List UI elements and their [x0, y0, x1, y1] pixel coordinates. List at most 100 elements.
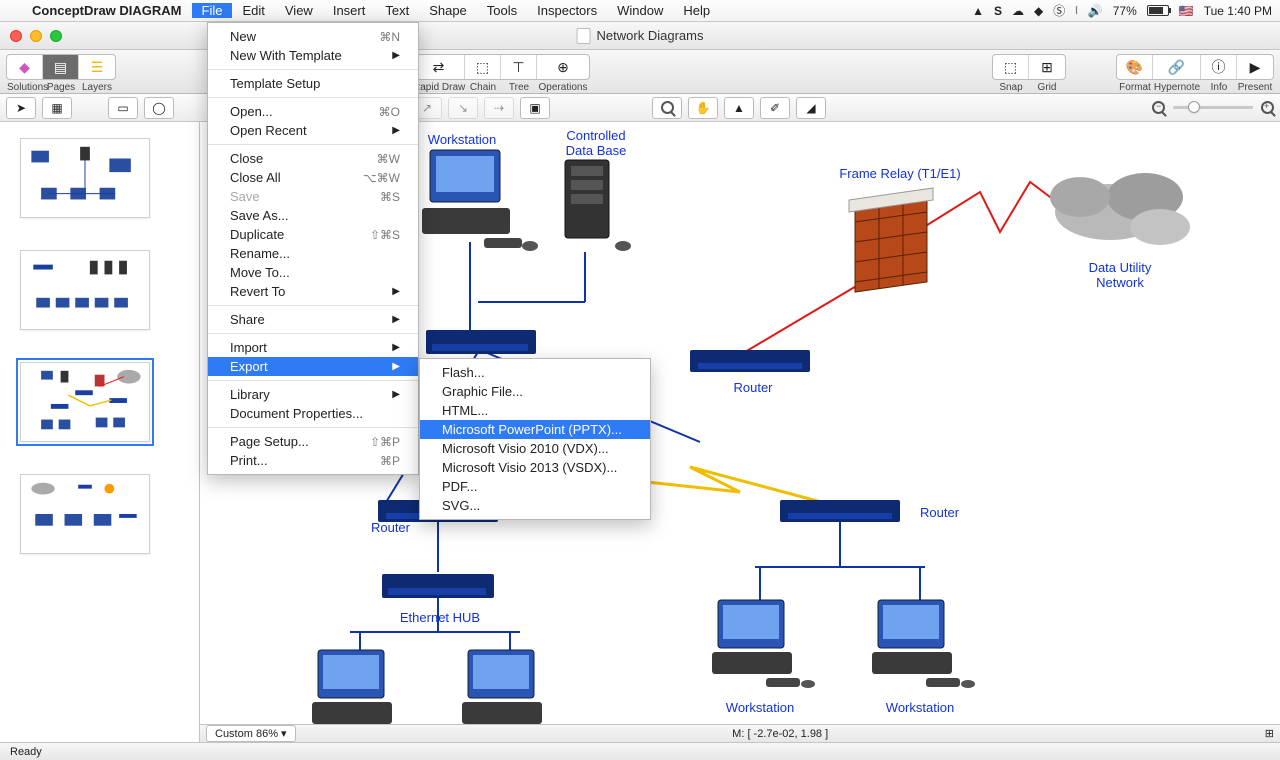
- info-button[interactable]: ⓘ: [1201, 55, 1237, 79]
- battery-percent[interactable]: 77%: [1113, 4, 1137, 18]
- cloud-upload-icon[interactable]: ☁: [1012, 4, 1024, 18]
- menu-text[interactable]: Text: [375, 3, 419, 18]
- export-html[interactable]: HTML...: [420, 401, 650, 420]
- page-thumbnail-2[interactable]: [20, 250, 150, 330]
- export-pdf[interactable]: PDF...: [420, 477, 650, 496]
- close-window-button[interactable]: [10, 30, 22, 42]
- status-bar: Ready: [0, 742, 1280, 760]
- container-tool[interactable]: ▣: [520, 97, 550, 119]
- hand-tool[interactable]: ✋: [688, 97, 718, 119]
- icon-router: [690, 350, 810, 372]
- label-router-2: Router: [371, 520, 411, 535]
- zoom-level-dropdown[interactable]: Custom 86% ▾: [206, 725, 296, 742]
- export-microsoft-powerpoint-pptx[interactable]: Microsoft PowerPoint (PPTX)...: [420, 420, 650, 439]
- tree-button[interactable]: ⊤: [501, 55, 537, 79]
- stamp-tool[interactable]: ▲: [724, 97, 754, 119]
- file-menu-close-all[interactable]: Close All⌥⌘W: [208, 168, 418, 187]
- file-menu-library[interactable]: Library▶: [208, 385, 418, 404]
- snap-button[interactable]: ⬚: [993, 55, 1029, 79]
- selection-tool[interactable]: ▦: [42, 97, 72, 119]
- battery-icon[interactable]: [1147, 5, 1169, 16]
- present-button[interactable]: ▶: [1237, 55, 1273, 79]
- page-thumbnail-4[interactable]: [20, 474, 150, 554]
- chain-button[interactable]: ⬚: [465, 55, 501, 79]
- clock[interactable]: Tue 1:40 PM: [1204, 4, 1272, 18]
- menu-edit[interactable]: Edit: [232, 3, 274, 18]
- menu-file[interactable]: File: [192, 3, 233, 18]
- format-button[interactable]: 🎨: [1117, 55, 1153, 79]
- connector-tool-3[interactable]: ⇢: [484, 97, 514, 119]
- maximize-window-button[interactable]: [50, 30, 62, 42]
- page-nav-icon[interactable]: ⊞: [1265, 727, 1274, 740]
- hypernote-button[interactable]: 🔗: [1153, 55, 1201, 79]
- file-menu-duplicate[interactable]: Duplicate⇧⌘S: [208, 225, 418, 244]
- eraser-tool[interactable]: ◢: [796, 97, 826, 119]
- file-menu-revert-to[interactable]: Revert To▶: [208, 282, 418, 301]
- skype-icon[interactable]: Ⓢ: [1053, 2, 1065, 19]
- file-menu-save-as[interactable]: Save As...: [208, 206, 418, 225]
- file-menu-open-recent[interactable]: Open Recent▶: [208, 121, 418, 140]
- letter-s-icon[interactable]: S: [994, 4, 1002, 18]
- chain-label: Chain: [465, 82, 501, 93]
- icon-router-right: [780, 500, 900, 522]
- zoom-slider[interactable]: [1152, 101, 1274, 114]
- file-menu-close[interactable]: Close⌘W: [208, 149, 418, 168]
- page-thumbnail-3[interactable]: [20, 362, 150, 442]
- menu-shape[interactable]: Shape: [419, 3, 477, 18]
- file-menu-export[interactable]: Export▶: [208, 357, 418, 376]
- export-flash[interactable]: Flash...: [420, 363, 650, 382]
- file-menu-new-with-template[interactable]: New With Template▶: [208, 46, 418, 65]
- ellipse-tool[interactable]: ◯: [144, 97, 174, 119]
- pages-button[interactable]: ▤: [43, 55, 79, 79]
- app-name[interactable]: ConceptDraw DIAGRAM: [22, 3, 192, 18]
- rapid-draw-button[interactable]: ⇄: [413, 55, 465, 79]
- export-microsoft-visio-2010-vdx[interactable]: Microsoft Visio 2010 (VDX)...: [420, 439, 650, 458]
- vlc-icon[interactable]: ▲: [972, 4, 984, 18]
- file-menu-import[interactable]: Import▶: [208, 338, 418, 357]
- rectangle-tool[interactable]: ▭: [108, 97, 138, 119]
- file-menu-page-setup[interactable]: Page Setup...⇧⌘P: [208, 432, 418, 451]
- export-svg[interactable]: SVG...: [420, 496, 650, 515]
- page-thumbnail-1[interactable]: [20, 138, 150, 218]
- file-menu-rename[interactable]: Rename...: [208, 244, 418, 263]
- minimize-window-button[interactable]: [30, 30, 42, 42]
- page-thumbnails-panel[interactable]: [0, 122, 200, 742]
- menu-tools[interactable]: Tools: [477, 3, 527, 18]
- export-submenu[interactable]: Flash...Graphic File...HTML...Microsoft …: [419, 358, 651, 520]
- file-menu-move-to[interactable]: Move To...: [208, 263, 418, 282]
- icon-server: [565, 160, 631, 251]
- layers-label: Layers: [79, 82, 115, 93]
- grid-button[interactable]: ⊞: [1029, 55, 1065, 79]
- layers-button[interactable]: ☰: [79, 55, 115, 79]
- file-menu-open[interactable]: Open...⌘O: [208, 102, 418, 121]
- menu-inspectors[interactable]: Inspectors: [527, 3, 607, 18]
- toolbar-left-group: ◆ ▤ ☰ Solutions Pages Layers: [6, 52, 116, 93]
- export-graphic-file[interactable]: Graphic File...: [420, 382, 650, 401]
- file-menu-share[interactable]: Share▶: [208, 310, 418, 329]
- wifi-icon[interactable]: ⧙: [1075, 3, 1078, 18]
- pointer-tool[interactable]: ➤: [6, 97, 36, 119]
- diamond-icon[interactable]: ◆: [1034, 4, 1043, 18]
- operations-button[interactable]: ⊕: [537, 55, 589, 79]
- menu-help[interactable]: Help: [673, 3, 720, 18]
- hypernote-label: Hypernote: [1153, 82, 1201, 93]
- menu-insert[interactable]: Insert: [323, 3, 376, 18]
- file-menu-document-properties[interactable]: Document Properties...: [208, 404, 418, 423]
- volume-icon[interactable]: 🔊: [1088, 4, 1103, 18]
- flag-icon[interactable]: 🇺🇸: [1179, 4, 1194, 18]
- zoom-out-icon[interactable]: [1152, 101, 1165, 114]
- connector-tool-2[interactable]: ↘: [448, 97, 478, 119]
- menu-view[interactable]: View: [275, 3, 323, 18]
- file-menu-new[interactable]: New⌘N: [208, 27, 418, 46]
- zoom-in-icon[interactable]: [1261, 101, 1274, 114]
- solutions-button[interactable]: ◆: [7, 55, 43, 79]
- zoom-tool[interactable]: [652, 97, 682, 119]
- macos-menubar: ConceptDraw DIAGRAM FileEditViewInsertTe…: [0, 0, 1280, 22]
- menu-window[interactable]: Window: [607, 3, 673, 18]
- file-menu-print[interactable]: Print...⌘P: [208, 451, 418, 470]
- eyedropper-tool[interactable]: ✐: [760, 97, 790, 119]
- export-microsoft-visio-2013-vsdx[interactable]: Microsoft Visio 2013 (VSDX)...: [420, 458, 650, 477]
- file-menu-dropdown[interactable]: New⌘NNew With Template▶ Template Setup Ope…: [207, 22, 419, 475]
- file-menu-template-setup[interactable]: Template Setup: [208, 74, 418, 93]
- mouse-coords: M: [ -2.7e-02, 1.98 ]: [732, 728, 828, 740]
